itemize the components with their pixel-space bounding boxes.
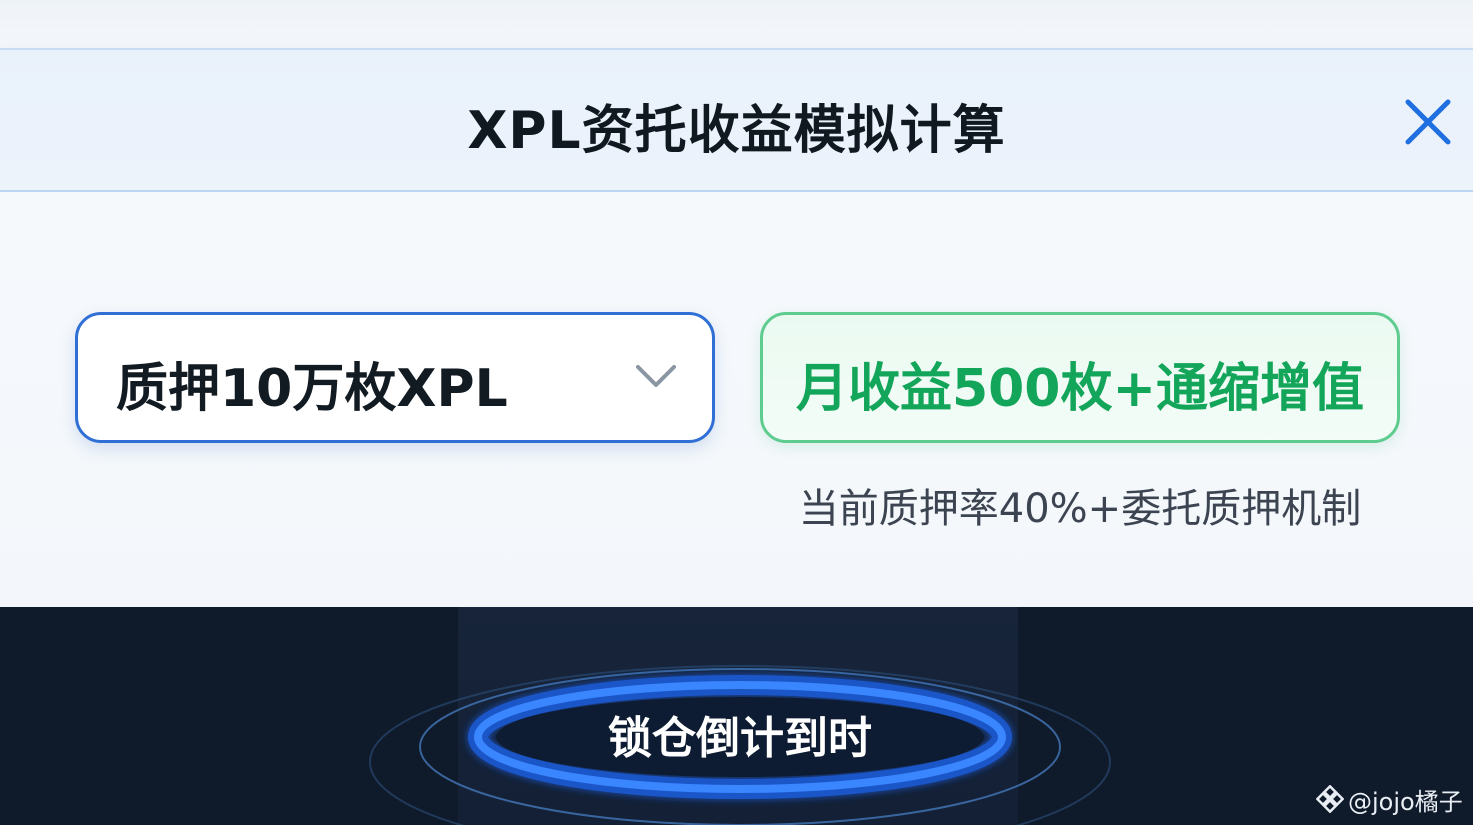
top-strip	[0, 0, 1473, 48]
stake-amount-value: 质押10万枚XPL	[116, 359, 508, 419]
modal-header: XPL资托收益模拟计算	[0, 48, 1473, 192]
binance-logo-icon	[1316, 785, 1344, 813]
chevron-down-icon	[636, 365, 676, 387]
monthly-yield-text: 月收益500枚+通缩增值	[795, 359, 1365, 419]
close-button[interactable]	[1400, 94, 1456, 150]
staking-rate-note: 当前质押率40%+委托质押机制	[798, 486, 1362, 532]
lock-countdown-button[interactable]: 锁仓倒计到时	[540, 702, 940, 770]
close-icon	[1405, 99, 1451, 145]
watermark: @jojo橘子	[1316, 782, 1463, 816]
monthly-yield-result: 月收益500枚+通缩增值	[760, 312, 1400, 443]
stake-amount-select[interactable]: 质押10万枚XPL	[75, 312, 715, 443]
watermark-text: @jojo橘子	[1348, 787, 1463, 816]
calculator-panel: 质押10万枚XPL 月收益500枚+通缩增值 当前质押率40%+委托质押机制	[0, 192, 1473, 607]
modal-title: XPL资托收益模拟计算	[467, 101, 1006, 161]
countdown-section: 锁仓倒计到时	[0, 607, 1473, 825]
